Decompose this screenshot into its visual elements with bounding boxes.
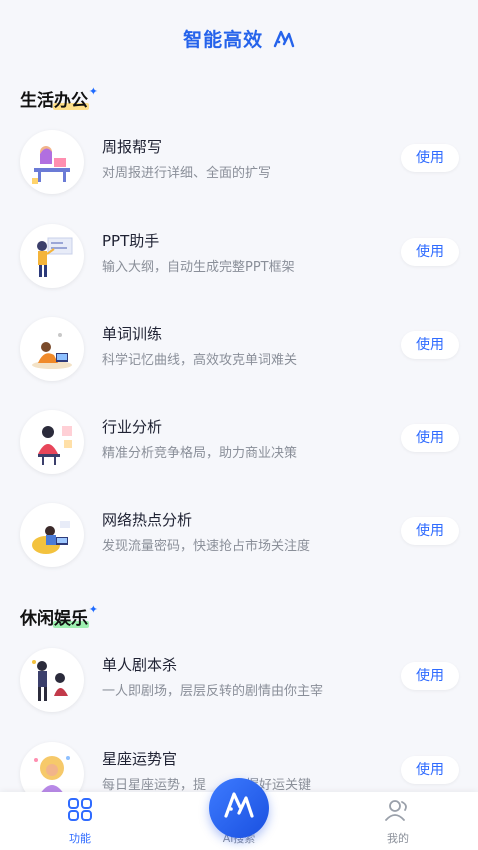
tab-profile[interactable]: 我的 — [348, 792, 448, 850]
item-description: 精准分析竞争格局，助力商业决策 — [102, 446, 298, 461]
item-description: 一人即剧场，层层反转的剧情由你主宰 — [102, 684, 324, 699]
item-title: 单人剧本杀 — [102, 656, 178, 674]
use-button-weekly-report[interactable]: 使用 — [401, 144, 459, 172]
item-title: 周报帮写 — [102, 138, 163, 156]
list-item-murder-mystery[interactable]: 单人剧本杀 一人即剧场，层层反转的剧情由你主宰 使用 — [0, 648, 478, 722]
hot-topic-illustration — [20, 503, 84, 567]
ai-search-fab[interactable] — [209, 778, 269, 838]
ai-logo-icon — [273, 30, 295, 53]
item-description: 科学记忆曲线，高效攻克单词难关 — [102, 353, 298, 368]
use-button-word-training[interactable]: 使用 — [401, 331, 459, 359]
sparkle-icon: ✦ — [88, 603, 98, 616]
tab-functions[interactable]: 功能 — [30, 792, 130, 850]
item-title: 行业分析 — [102, 418, 163, 436]
app-title: 智能高效 — [183, 25, 295, 53]
use-button-hot-topic-analysis[interactable]: 使用 — [401, 517, 459, 545]
list-item-word-training[interactable]: 单词训练 科学记忆曲线，高效攻克单词难关 使用 — [0, 317, 478, 391]
ppt-assistant-illustration — [20, 224, 84, 288]
section-title-highlight: 办公 ✦ — [54, 85, 98, 111]
use-button-ppt-assistant[interactable]: 使用 — [401, 238, 459, 266]
list-item-weekly-report[interactable]: 周报帮写 对周报进行详细、全面的扩写 使用 — [0, 130, 478, 204]
grid-icon — [67, 798, 93, 826]
item-description: 输入大纲，自动生成完整PPT框架 — [102, 260, 295, 275]
header: 智能高效 — [0, 0, 478, 82]
section-title-plain: 休闲 — [20, 609, 54, 629]
user-icon — [384, 798, 412, 826]
murder-mystery-illustration — [20, 648, 84, 712]
section-title-leisure: 休闲娱乐 ✦ — [20, 603, 98, 629]
use-button-horoscope[interactable]: 使用 — [401, 756, 459, 784]
use-button-industry-analysis[interactable]: 使用 — [401, 424, 459, 452]
list-item-hot-topic-analysis[interactable]: 网络热点分析 发现流量密码，快速抢占市场关注度 使用 — [0, 503, 478, 577]
section-title-highlight-text: 娱乐 — [54, 609, 88, 629]
item-title: 网络热点分析 — [102, 511, 193, 529]
section-title-highlight-text: 办公 — [54, 91, 88, 111]
tab-label: 功能 — [69, 832, 91, 845]
item-description: 对周报进行详细、全面的扩写 — [102, 166, 272, 181]
list-item-industry-analysis[interactable]: 行业分析 精准分析竞争格局，助力商业决策 使用 — [0, 410, 478, 484]
item-title: PPT助手 — [102, 232, 160, 250]
industry-analysis-illustration — [20, 410, 84, 474]
weekly-report-illustration — [20, 130, 84, 194]
use-button-murder-mystery[interactable]: 使用 — [401, 662, 459, 690]
section-title-plain: 生活 — [20, 91, 54, 111]
app-title-text: 智能高效 — [183, 29, 264, 51]
ai-search-icon — [222, 790, 256, 826]
word-training-illustration — [20, 317, 84, 381]
section-title-highlight: 娱乐 ✦ — [54, 603, 98, 629]
sparkle-icon: ✦ — [88, 85, 98, 98]
item-title: 星座运势官 — [102, 750, 178, 768]
list-item-ppt-assistant[interactable]: PPT助手 输入大纲，自动生成完整PPT框架 使用 — [0, 224, 478, 298]
item-description: 发现流量密码，快速抢占市场关注度 — [102, 539, 311, 554]
item-description: 每日星座运势，提 握好运关键 — [102, 774, 311, 793]
item-title: 单词训练 — [102, 325, 163, 343]
item-description-head: 每日星座运势，提 — [102, 778, 207, 793]
section-title-office: 生活办公 ✦ — [20, 85, 98, 111]
tab-label: 我的 — [387, 832, 409, 845]
